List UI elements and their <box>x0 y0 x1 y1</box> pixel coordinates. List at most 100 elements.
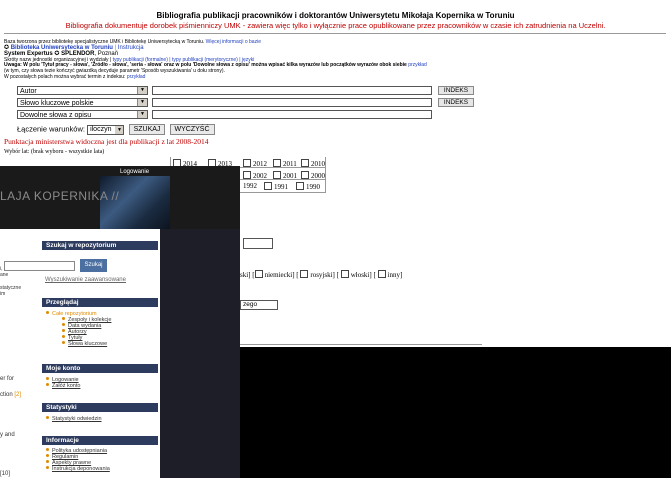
example-link[interactable]: przykład <box>127 74 146 80</box>
checkbox-icon[interactable] <box>254 270 263 278</box>
info-item[interactable]: Instrukcja deponowania <box>46 466 110 472</box>
field-select-3[interactable]: Dowolne słowa z opisu ▼ <box>17 110 148 119</box>
stats-header: Statystyki <box>42 403 158 412</box>
field-select-value: Dowolne słowa z opisu <box>20 112 92 119</box>
banner-title: LAJA KOPERNIKA // <box>0 189 120 203</box>
year-label: 1990 <box>306 183 320 191</box>
year-checkbox[interactable]: 1990 <box>296 182 320 191</box>
browse-subitem[interactable]: Słowa kluczowe <box>62 341 107 347</box>
checkbox-icon <box>243 159 251 167</box>
chevron-down-icon: ▼ <box>137 111 147 118</box>
checkbox-icon[interactable] <box>340 270 349 278</box>
collection-name: ction <box>0 392 13 398</box>
bottom-divider <box>240 344 482 345</box>
browse-header: Przeglądaj <box>42 298 158 307</box>
advanced-search-link[interactable]: Wyszukiwanie zaawansowane <box>45 277 126 283</box>
year-checkbox[interactable]: 1991 <box>264 182 288 191</box>
stats-item[interactable]: Statystyki odwiedzin <box>46 416 102 422</box>
instruction-link[interactable]: Instrukcja <box>118 45 144 51</box>
year-label: 1991 <box>274 183 288 191</box>
grid-line <box>325 157 326 193</box>
repo-banner: LAJA KOPERNIKA // Logowanie <box>0 166 240 229</box>
info-header: Informacje <box>42 436 158 445</box>
field-select-value: Autor <box>20 88 37 95</box>
join-conditions: Łączenie warunków: iloczyn ▼ SZUKAJ WYCZY… <box>17 124 215 135</box>
lang-german: niemiecki] [ <box>264 271 299 279</box>
bullet-icon <box>62 317 65 320</box>
chevron-down-icon: ▼ <box>137 99 147 106</box>
years-label: Wybór lat: (brak wyboru - wszystkie lata… <box>4 149 105 155</box>
account-label: Załóż konto <box>52 383 81 389</box>
page-title: Bibliografia publikacji pracowników i do… <box>156 11 515 20</box>
bullet-icon <box>46 454 49 457</box>
chevron-down-icon: ▼ <box>115 125 124 134</box>
grid-line <box>240 192 326 193</box>
search-input-3[interactable] <box>152 110 432 119</box>
content-text[interactable]: er for <box>0 376 14 382</box>
header-divider <box>4 33 666 34</box>
year-label: 1992 <box>243 182 257 190</box>
account-item[interactable]: Załóż konto <box>46 383 80 389</box>
stats-label: Statystyki odwiedzin <box>52 416 102 422</box>
bullet-icon <box>46 311 49 314</box>
index-button-2[interactable]: INDEKS <box>438 98 474 107</box>
join-value: iloczyn <box>90 125 112 133</box>
page-header: Bibliografia publikacji pracowników i do… <box>0 0 671 30</box>
bullet-icon <box>46 466 49 469</box>
grid-line <box>240 167 326 168</box>
repository-window: LAJA KOPERNIKA // Logowanie i, które są … <box>0 166 240 478</box>
more-info-link[interactable]: Więcej informacji o bazie <box>206 39 261 45</box>
lang-fragment: ski] [ <box>240 271 255 279</box>
example-link[interactable]: przykład <box>408 62 427 68</box>
field-select-2[interactable]: Słowo kluczowe polskie ▼ <box>17 98 148 107</box>
repo-search-header: Szukaj w repozytorium <box>42 241 158 250</box>
content-text[interactable]: ction [2] <box>0 392 21 398</box>
join-select[interactable]: iloczyn ▼ <box>87 124 125 135</box>
content-text: im <box>0 291 6 297</box>
text-input[interactable] <box>243 238 273 249</box>
clear-button[interactable]: WYCZYŚĆ <box>169 124 215 135</box>
field-select-1[interactable]: Autor ▼ <box>17 86 148 95</box>
points-note: Punktacja ministerstwa widoczna jest dla… <box>4 137 209 146</box>
login-link[interactable]: Logowanie <box>120 169 149 175</box>
bullet-icon <box>46 377 49 380</box>
repo-search-input[interactable] <box>4 261 75 271</box>
search-input-2[interactable] <box>152 98 432 107</box>
checkbox-icon <box>301 159 309 167</box>
year-checkbox[interactable]: 1992 <box>243 182 257 190</box>
checkbox-icon <box>273 171 281 179</box>
order-select[interactable]: zego <box>240 300 279 310</box>
language-options: ski] [ niemiecki] [ rosyjski] [ włoski] [… <box>240 270 402 279</box>
index-button-1[interactable]: INDEKS <box>438 86 474 95</box>
checkbox-icon <box>296 182 304 190</box>
bullet-icon <box>62 323 65 326</box>
grid-line <box>240 179 326 180</box>
search-input-1[interactable] <box>152 86 432 95</box>
join-label: Łączenie warunków: <box>17 124 85 134</box>
bullet-icon <box>46 416 49 419</box>
page-subtitle: Bibliografia dokumentuje dorobek piśmien… <box>65 21 606 30</box>
browse-label: Słowa kluczowe <box>68 341 108 347</box>
bullet-icon <box>46 460 49 463</box>
checkbox-icon <box>273 159 281 167</box>
lang-russian: rosyjski] [ <box>310 271 339 279</box>
info-label: Instrukcja deponowania <box>52 466 110 472</box>
checkbox-icon <box>243 171 251 179</box>
info-note-6: W pozostałych polach można wybrać termin… <box>4 74 146 81</box>
bullet-icon <box>46 448 49 451</box>
bullet-icon <box>62 335 65 338</box>
checkbox-icon[interactable] <box>377 270 386 278</box>
repo-search-button[interactable]: Szukaj <box>80 259 107 272</box>
lang-italian: włoski] [ <box>350 271 376 279</box>
dark-side-panel <box>160 229 240 478</box>
checkbox-icon <box>301 171 309 179</box>
order-value: zego <box>243 301 258 308</box>
bullet-icon <box>62 341 65 344</box>
checkbox-icon[interactable] <box>300 270 309 278</box>
checkbox-icon <box>264 182 272 190</box>
content-text[interactable]: y and <box>0 432 15 438</box>
content-text: ane <box>0 272 9 278</box>
search-button[interactable]: SZUKAJ <box>128 124 166 135</box>
item-count: [10] <box>0 471 11 477</box>
item-count: [2] <box>14 392 22 398</box>
